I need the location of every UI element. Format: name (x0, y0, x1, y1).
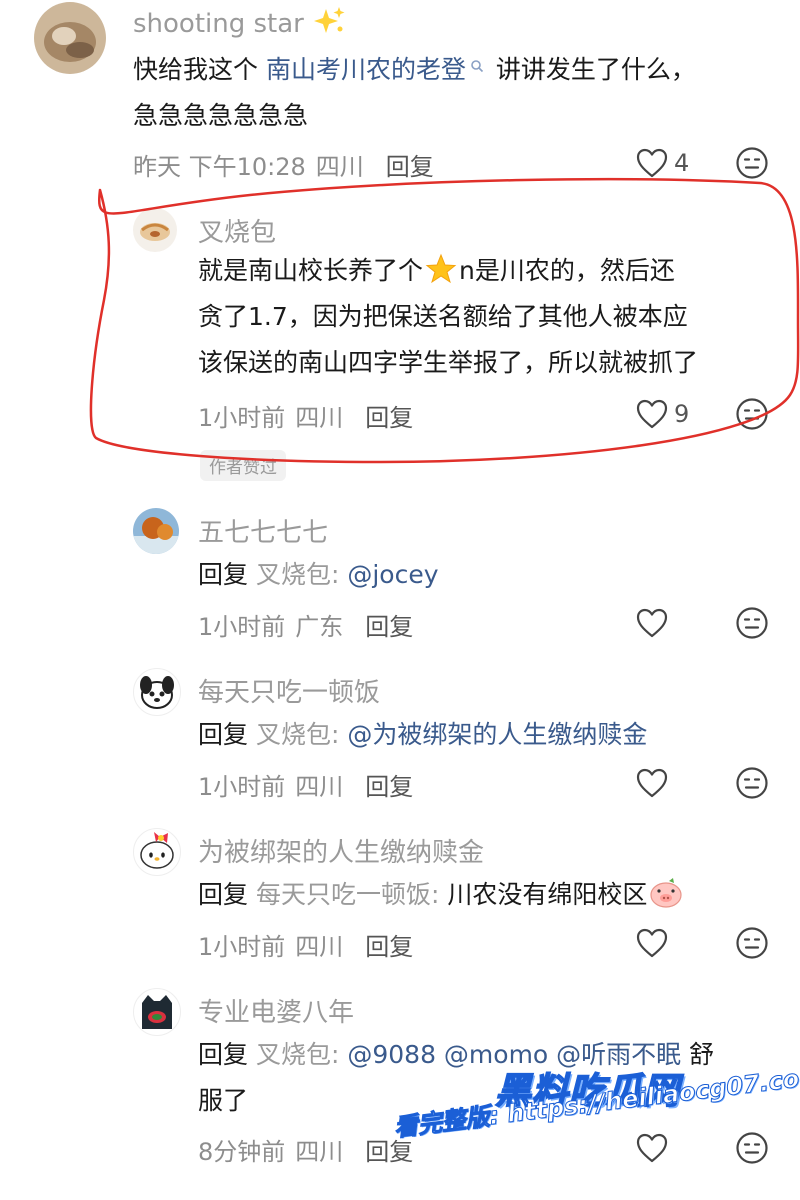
comment-text: 快给我这个 南山考川农的老登 讲讲发生了什么， 急急急急急急急 (133, 55, 696, 130)
reply-button[interactable]: 回复 (386, 153, 434, 181)
reply-target[interactable]: 叉烧包: (256, 720, 339, 749)
heart-icon (636, 148, 668, 178)
reply-button[interactable]: 回复 (365, 773, 413, 801)
comment-username[interactable]: shooting star (133, 6, 346, 39)
comment-time: 昨天 下午10:28 (133, 153, 306, 181)
avatar-image (140, 832, 174, 869)
emoji-face-icon[interactable] (735, 606, 769, 640)
avatar-image (140, 223, 170, 241)
mention-link[interactable]: @jocey (347, 560, 438, 589)
comment-item: 五七七七七 回复 叉烧包: @jocey 1小时前 广东 回复 (0, 500, 800, 660)
like-button[interactable]: 4 (636, 148, 689, 178)
avatar-image (140, 676, 174, 709)
comment-time: 1小时前 (198, 404, 286, 432)
like-button[interactable] (636, 928, 668, 958)
reply-target[interactable]: 叉烧包: (256, 560, 339, 589)
comment-time: 1小时前 (198, 613, 286, 641)
avatar[interactable] (133, 208, 177, 252)
topic-link[interactable]: 南山考川农的老登 (266, 55, 466, 84)
comment-username[interactable]: 专业电婆八年 (198, 992, 354, 1029)
comment-username[interactable]: 每天只吃一顿饭 (198, 672, 380, 709)
comment-meta: 1小时前 四川 回复 (198, 398, 413, 433)
avatar-image (133, 508, 179, 554)
comment-location: 四川 (295, 933, 344, 961)
comment-time: 1小时前 (198, 773, 286, 801)
heart-icon (636, 1133, 668, 1163)
reply-button[interactable]: 回复 (365, 933, 413, 961)
comment-location: 广东 (295, 613, 344, 641)
emoji-face-icon[interactable] (735, 926, 769, 960)
comment-text: 就是南山校长养了个 n是川农的，然后还 贪了1.7，因为把保送名额给了其他人被本应… (198, 248, 778, 386)
like-button[interactable]: 9 (636, 399, 689, 429)
mention-link[interactable]: @为被绑架的人生缴纳赎金 (347, 720, 647, 749)
heart-icon (636, 399, 668, 429)
avatar[interactable] (133, 828, 181, 876)
avatar[interactable] (133, 988, 181, 1036)
heart-icon (636, 768, 668, 798)
comment-time: 8分钟前 (198, 1138, 286, 1166)
avatar-image (34, 2, 106, 74)
comment-meta: 1小时前 四川 回复 (198, 767, 413, 802)
emoji-face-icon[interactable] (735, 146, 769, 180)
comment-location: 四川 (295, 773, 344, 801)
author-liked-badge: 作者赞过 (200, 450, 286, 481)
like-button[interactable] (636, 608, 668, 638)
reply-target[interactable]: 叉烧包: (256, 1040, 339, 1069)
avatar[interactable] (133, 668, 181, 716)
avatar[interactable] (34, 2, 106, 74)
comment-meta: 1小时前 广东 回复 (198, 607, 413, 642)
pig-emoji-icon (650, 878, 682, 908)
comment-meta: 昨天 下午10:28 四川 回复 (133, 147, 434, 182)
comment-location: 四川 (295, 1138, 344, 1166)
comment-time: 1小时前 (198, 933, 286, 961)
comment-item: 每天只吃一顿饭 回复 叉烧包: @为被绑架的人生缴纳赎金 1小时前 四川 回复 (0, 660, 800, 820)
like-button[interactable] (636, 768, 668, 798)
emoji-face-icon[interactable] (735, 1131, 769, 1165)
search-mini-icon[interactable] (470, 59, 484, 73)
sparkles-icon (314, 7, 345, 33)
emoji-face-icon[interactable] (735, 766, 769, 800)
comment-username[interactable]: 叉烧包 (198, 212, 276, 249)
avatar[interactable] (133, 508, 179, 554)
like-count: 9 (674, 400, 690, 428)
comment-username[interactable]: 为被绑架的人生缴纳赎金 (198, 832, 484, 869)
comment-username[interactable]: 五七七七七 (198, 512, 328, 549)
reply-button[interactable]: 回复 (365, 613, 413, 641)
reply-button[interactable]: 回复 (365, 1138, 413, 1166)
reply-button[interactable]: 回复 (365, 404, 413, 432)
like-button[interactable] (636, 1133, 668, 1163)
comment-item: shooting star 快给我这个 南山考川农的老登 讲讲发生了什么， 急急… (0, 0, 800, 190)
comment-text: 回复 每天只吃一顿饭: 川农没有绵阳校区 (198, 872, 778, 918)
comment-item: 叉烧包 就是南山校长养了个 n是川农的，然后还 贪了1.7，因为把保送名额给了其他… (0, 190, 800, 481)
comment-item: 为被绑架的人生缴纳赎金 回复 每天只吃一顿饭: 川农没有绵阳校区 1小时前 四川回… (0, 820, 800, 980)
avatar-image (142, 995, 172, 1029)
reply-target[interactable]: 每天只吃一顿饭: (256, 880, 439, 909)
comment-location: 四川 (315, 153, 364, 181)
comment-meta: 1小时前 四川 回复 (198, 927, 413, 962)
emoji-face-icon[interactable] (735, 397, 769, 431)
comment-location: 四川 (295, 404, 344, 432)
star-emoji-icon (425, 253, 457, 284)
comment-text: 回复 叉烧包: @jocey (198, 560, 439, 589)
heart-icon (636, 608, 668, 638)
comment-meta: 8分钟前 四川 回复 (198, 1132, 413, 1167)
heart-icon (636, 928, 668, 958)
comment-text: 回复 叉烧包: @为被绑架的人生缴纳赎金 (198, 720, 648, 749)
like-count: 4 (674, 149, 690, 177)
